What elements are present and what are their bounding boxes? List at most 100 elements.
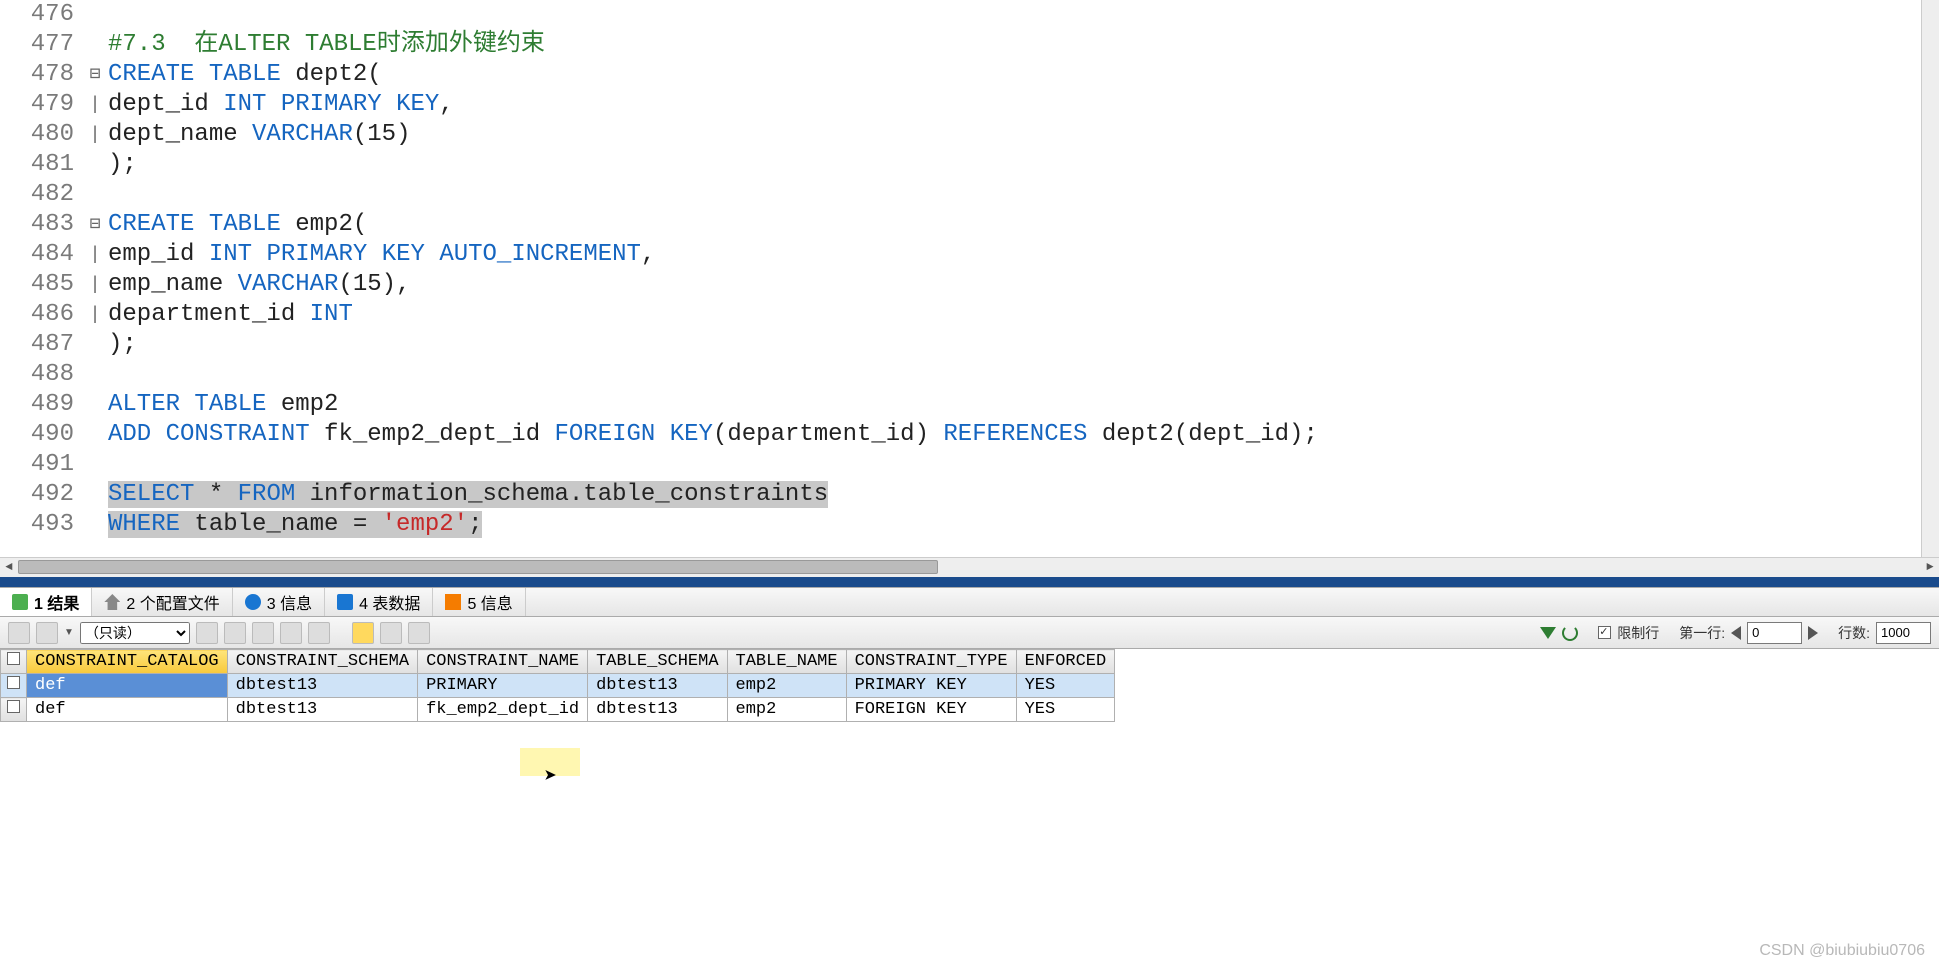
line-number: 482 (0, 180, 74, 210)
table-cell[interactable]: def (27, 698, 228, 722)
code-line[interactable]: WHERE table_name = 'emp2'; (108, 510, 1939, 540)
fold-column[interactable]: ⊟||⊟||| (82, 0, 108, 557)
column-header[interactable]: CONSTRAINT_TYPE (846, 650, 1016, 674)
column-header[interactable]: CONSTRAINT_CATALOG (27, 650, 228, 674)
horizontal-scrollbar[interactable]: ◄ ► (0, 557, 1939, 577)
table-cell[interactable]: FOREIGN KEY (846, 698, 1016, 722)
table-cell[interactable]: YES (1016, 674, 1115, 698)
table-cell[interactable]: dbtest13 (227, 674, 417, 698)
cancel-button[interactable] (308, 622, 330, 644)
line-number-gutter: 4764774784794804814824834844854864874884… (0, 0, 82, 557)
readonly-select[interactable]: （只读） (80, 622, 190, 644)
table-cell[interactable]: dbtest13 (227, 698, 417, 722)
fold-guide: | (82, 90, 108, 120)
info-icon (245, 594, 261, 610)
table-cell[interactable]: dbtest13 (588, 698, 727, 722)
table-cell[interactable]: emp2 (727, 698, 846, 722)
prev-page-icon[interactable] (1731, 626, 1741, 640)
table-cell[interactable]: fk_emp2_dept_id (418, 698, 588, 722)
fold-guide (82, 480, 108, 510)
tab-3信息[interactable]: 3 信息 (233, 588, 325, 616)
row-count-input[interactable] (1876, 622, 1931, 644)
fold-guide: | (82, 300, 108, 330)
code-line[interactable]: SELECT * FROM information_schema.table_c… (108, 480, 1939, 510)
table-cell[interactable]: def (27, 674, 228, 698)
code-line[interactable] (108, 0, 1939, 30)
table-cell[interactable]: PRIMARY KEY (846, 674, 1016, 698)
table-cell[interactable]: PRIMARY (418, 674, 588, 698)
code-line[interactable] (108, 360, 1939, 390)
code-line[interactable]: dept_name VARCHAR(15) (108, 120, 1939, 150)
code-area[interactable]: #7.3 在ALTER TABLE时添加外键约束CREATE TABLE dep… (108, 0, 1939, 557)
table-row[interactable]: defdbtest13fk_emp2_dept_iddbtest13emp2FO… (1, 698, 1115, 722)
fold-collapse-icon[interactable]: ⊟ (82, 60, 108, 90)
table-cell[interactable]: emp2 (727, 674, 846, 698)
select-all-checkbox[interactable] (1, 650, 27, 674)
line-number: 478 (0, 60, 74, 90)
view-grid-button[interactable] (352, 622, 374, 644)
code-line[interactable]: CREATE TABLE dept2( (108, 60, 1939, 90)
code-line[interactable]: emp_id INT PRIMARY KEY AUTO_INCREMENT, (108, 240, 1939, 270)
column-header[interactable]: CONSTRAINT_NAME (418, 650, 588, 674)
first-row-input[interactable] (1747, 622, 1802, 644)
export-button[interactable] (8, 622, 30, 644)
column-header[interactable]: CONSTRAINT_SCHEMA (227, 650, 417, 674)
code-line[interactable]: #7.3 在ALTER TABLE时添加外键约束 (108, 30, 1939, 60)
filter-icon[interactable] (1540, 627, 1556, 639)
line-number: 485 (0, 270, 74, 300)
fold-guide (82, 30, 108, 60)
view-text-button[interactable] (408, 622, 430, 644)
code-line[interactable]: ); (108, 330, 1939, 360)
tab-label: 3 信息 (267, 590, 312, 614)
dropdown-icon[interactable]: ▼ (64, 627, 74, 638)
code-line[interactable]: emp_name VARCHAR(15), (108, 270, 1939, 300)
panel-separator[interactable] (0, 577, 1939, 587)
code-line[interactable]: dept_id INT PRIMARY KEY, (108, 90, 1939, 120)
next-page-icon[interactable] (1808, 626, 1818, 640)
scroll-right-icon[interactable]: ► (1921, 558, 1939, 576)
tab-2个配置文件[interactable]: 2 个配置文件 (92, 588, 232, 616)
line-number: 481 (0, 150, 74, 180)
tab-label: 4 表数据 (359, 590, 420, 614)
column-header[interactable]: TABLE_SCHEMA (588, 650, 727, 674)
limit-rows-checkbox[interactable] (1598, 626, 1611, 639)
row-checkbox[interactable] (1, 698, 27, 722)
scroll-thumb[interactable] (18, 560, 938, 574)
code-line[interactable]: department_id INT (108, 300, 1939, 330)
save-button[interactable] (252, 622, 274, 644)
results-table[interactable]: CONSTRAINT_CATALOGCONSTRAINT_SCHEMACONST… (0, 649, 1115, 722)
delete-button[interactable] (280, 622, 302, 644)
doc-icon (12, 594, 28, 610)
limit-rows-label: 限制行 (1617, 623, 1659, 643)
row-checkbox[interactable] (1, 674, 27, 698)
table-cell[interactable]: dbtest13 (588, 674, 727, 698)
view-form-button[interactable] (380, 622, 402, 644)
column-header[interactable]: TABLE_NAME (727, 650, 846, 674)
table-cell[interactable]: YES (1016, 698, 1115, 722)
tab-label: 2 个配置文件 (126, 590, 219, 614)
tab-4表数据[interactable]: 4 表数据 (325, 588, 433, 616)
tab-5信息[interactable]: 5 信息 (433, 588, 525, 616)
tab-1结果[interactable]: 1 结果 (0, 588, 92, 616)
line-number: 476 (0, 0, 74, 30)
tab-label: 1 结果 (34, 590, 79, 614)
reload-icon[interactable] (1562, 625, 1578, 641)
fold-collapse-icon[interactable]: ⊟ (82, 210, 108, 240)
scroll-left-icon[interactable]: ◄ (0, 558, 18, 576)
code-line[interactable]: ALTER TABLE emp2 (108, 390, 1939, 420)
table-row[interactable]: defdbtest13PRIMARYdbtest13emp2PRIMARY KE… (1, 674, 1115, 698)
grid-options-button[interactable] (36, 622, 58, 644)
code-line[interactable]: CREATE TABLE emp2( (108, 210, 1939, 240)
code-editor[interactable]: 4764774784794804814824834844854864874884… (0, 0, 1939, 557)
copy-button[interactable] (196, 622, 218, 644)
vertical-scrollbar[interactable] (1921, 0, 1939, 557)
line-number: 491 (0, 450, 74, 480)
result-tabs: 1 结果 2 个配置文件 3 信息 4 表数据 5 信息 (0, 587, 1939, 617)
code-line[interactable]: ); (108, 150, 1939, 180)
code-line[interactable] (108, 450, 1939, 480)
code-line[interactable] (108, 180, 1939, 210)
refresh-button[interactable] (224, 622, 246, 644)
fold-guide: | (82, 120, 108, 150)
code-line[interactable]: ADD CONSTRAINT fk_emp2_dept_id FOREIGN K… (108, 420, 1939, 450)
column-header[interactable]: ENFORCED (1016, 650, 1115, 674)
